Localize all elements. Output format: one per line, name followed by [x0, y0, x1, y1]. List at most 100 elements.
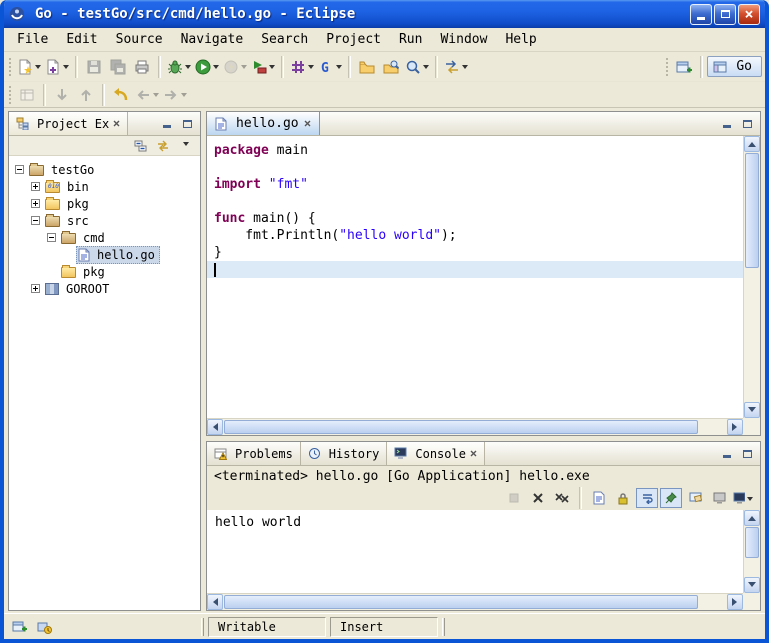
tree-item-cmd[interactable]: cmd: [9, 229, 200, 246]
tab-problems[interactable]: Problems: [207, 442, 301, 465]
tree-item-bin[interactable]: 010 bin: [9, 178, 200, 195]
debug-icon[interactable]: [165, 55, 193, 79]
collapse-icon[interactable]: [15, 165, 24, 174]
print-icon[interactable]: [130, 55, 154, 79]
menu-window[interactable]: Window: [431, 29, 496, 50]
tree-item-pkg-src[interactable]: pkg: [9, 263, 200, 280]
collapse-icon[interactable]: [47, 233, 56, 242]
open-resource-icon[interactable]: [355, 55, 379, 79]
run-config-icon[interactable]: [221, 55, 249, 79]
back-icon[interactable]: [133, 83, 161, 107]
console-output[interactable]: hello world: [207, 510, 743, 593]
link-with-editor-icon[interactable]: [153, 137, 173, 154]
code-line[interactable]: [207, 159, 743, 176]
launch-progress-icon[interactable]: [37, 620, 52, 634]
toolbar-handle[interactable]: [665, 56, 669, 78]
menu-file[interactable]: File: [8, 29, 57, 50]
markers-icon[interactable]: [15, 83, 39, 107]
scroll-up-icon[interactable]: [744, 510, 760, 526]
tree-item-pkg[interactable]: pkg: [9, 195, 200, 212]
save-icon[interactable]: [82, 55, 106, 79]
maximize-view-icon[interactable]: [739, 447, 755, 461]
last-edit-location-icon[interactable]: [109, 83, 133, 107]
scroll-right-icon[interactable]: [727, 594, 743, 610]
word-wrap-icon[interactable]: [636, 488, 658, 508]
menu-source[interactable]: Source: [107, 29, 172, 50]
scroll-down-icon[interactable]: [744, 402, 760, 418]
code-line[interactable]: import "fmt": [207, 176, 743, 193]
open-perspective-icon[interactable]: [672, 55, 696, 79]
tab-history[interactable]: History: [301, 442, 388, 465]
tree-item-hello-go[interactable]: hello.go: [9, 246, 200, 263]
next-annotation-icon[interactable]: [50, 83, 74, 107]
go-build-icon[interactable]: G: [316, 55, 344, 79]
go-perspective-button[interactable]: Go: [707, 56, 762, 77]
scrollbar-thumb[interactable]: [224, 420, 698, 434]
expand-icon[interactable]: [31, 284, 40, 293]
close-button[interactable]: ×: [738, 4, 760, 25]
menu-run[interactable]: Run: [390, 29, 431, 50]
save-all-icon[interactable]: [106, 55, 130, 79]
maximize-view-icon[interactable]: [179, 117, 195, 131]
open-console-icon[interactable]: [732, 488, 754, 508]
tab-hello-go[interactable]: hello.go: [207, 112, 320, 135]
editor-horizontal-scrollbar[interactable]: [207, 418, 743, 435]
code-line[interactable]: func main() {: [207, 210, 743, 227]
scroll-up-icon[interactable]: [744, 136, 760, 152]
menu-project[interactable]: Project: [317, 29, 390, 50]
console-vertical-scrollbar[interactable]: [743, 510, 760, 593]
minimize-view-icon[interactable]: [159, 117, 175, 131]
view-menu-icon[interactable]: [175, 137, 195, 154]
menu-edit[interactable]: Edit: [57, 29, 106, 50]
new-wizard-icon[interactable]: [15, 55, 43, 79]
close-view-icon[interactable]: [470, 450, 477, 457]
terminate-icon[interactable]: [503, 488, 525, 508]
code-line[interactable]: fmt.Println("hello world");: [207, 227, 743, 244]
menu-search[interactable]: Search: [252, 29, 317, 50]
scrollbar-thumb[interactable]: [745, 527, 759, 558]
fast-view-icon[interactable]: [12, 620, 27, 634]
new-go-app-icon[interactable]: [288, 55, 316, 79]
toolbar-handle[interactable]: [8, 56, 12, 78]
open-type-icon[interactable]: [379, 55, 403, 79]
minimize-view-icon[interactable]: [719, 117, 735, 131]
scroll-right-icon[interactable]: [727, 419, 743, 435]
console-horizontal-scrollbar[interactable]: [207, 593, 743, 610]
clear-console-icon[interactable]: [684, 488, 706, 508]
scroll-left-icon[interactable]: [207, 419, 223, 435]
code-line[interactable]: [207, 193, 743, 210]
code-line-current[interactable]: [207, 261, 743, 278]
scroll-left-icon[interactable]: [207, 594, 223, 610]
code-line[interactable]: package main: [207, 142, 743, 159]
collapse-all-icon[interactable]: [131, 137, 151, 154]
minimize-view-icon[interactable]: [719, 447, 735, 461]
display-selected-console-icon[interactable]: [708, 488, 730, 508]
external-tools-icon[interactable]: [249, 55, 277, 79]
expand-icon[interactable]: [31, 182, 40, 191]
export-log-icon[interactable]: [588, 488, 610, 508]
menu-navigate[interactable]: Navigate: [172, 29, 253, 50]
tree-item-testgo[interactable]: testGo: [9, 161, 200, 178]
tab-console[interactable]: Console: [387, 442, 485, 465]
scrollbar-thumb[interactable]: [745, 153, 759, 268]
maximize-view-icon[interactable]: [739, 117, 755, 131]
remove-all-launches-icon[interactable]: [551, 488, 573, 508]
tab-project-explorer[interactable]: Project Ex: [9, 112, 128, 135]
new-go-element-icon[interactable]: [43, 55, 71, 79]
scrollbar-thumb[interactable]: [224, 595, 698, 609]
close-view-icon[interactable]: [113, 120, 120, 127]
scroll-lock-icon[interactable]: [612, 488, 634, 508]
tree-item-goroot[interactable]: GOROOT: [9, 280, 200, 297]
scroll-down-icon[interactable]: [744, 577, 760, 593]
code-area[interactable]: package main import "fmt" func main() { …: [207, 136, 743, 418]
titlebar[interactable]: Go - testGo/src/cmd/hello.go - Eclipse ×: [4, 0, 765, 28]
team-sync-icon[interactable]: [442, 55, 470, 79]
minimize-button[interactable]: [690, 4, 712, 25]
pin-console-icon[interactable]: [660, 488, 682, 508]
expand-icon[interactable]: [31, 199, 40, 208]
menu-help[interactable]: Help: [496, 29, 545, 50]
tree-item-src[interactable]: src: [9, 212, 200, 229]
prev-annotation-icon[interactable]: [74, 83, 98, 107]
maximize-button[interactable]: [714, 4, 736, 25]
code-line[interactable]: }: [207, 244, 743, 261]
